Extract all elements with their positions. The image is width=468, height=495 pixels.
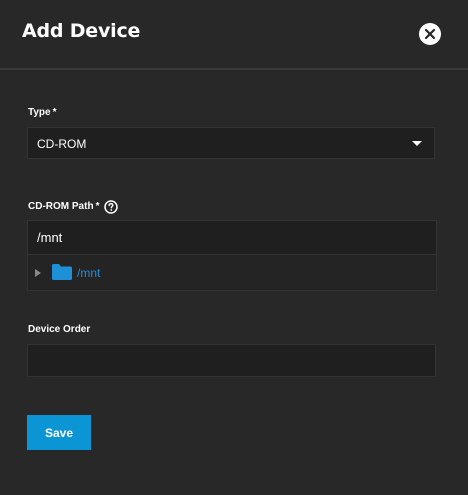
cdrom-path-explorer: /mnt xyxy=(27,220,437,291)
close-icon xyxy=(424,28,436,40)
tree-node-mnt[interactable]: /mnt xyxy=(28,256,436,290)
dialog-header: Add Device xyxy=(0,0,468,70)
dialog-title: Add Device xyxy=(22,20,141,42)
help-icon[interactable] xyxy=(104,200,118,214)
type-required-mark: * xyxy=(52,107,57,118)
expand-arrow-icon[interactable] xyxy=(35,269,41,277)
folder-icon xyxy=(52,264,72,280)
type-label: Type * xyxy=(28,107,57,118)
cdrom-path-required-mark: * xyxy=(95,201,100,212)
device-order-input[interactable] xyxy=(27,344,436,377)
cdrom-path-input[interactable] xyxy=(28,221,436,255)
type-label-text: Type xyxy=(28,107,51,118)
cdrom-path-label: CD-ROM Path * xyxy=(28,201,99,212)
device-order-label: Device Order xyxy=(28,324,91,335)
type-select[interactable]: CD-ROM xyxy=(27,127,435,159)
cdrom-path-label-text: CD-ROM Path xyxy=(28,201,94,212)
close-button[interactable] xyxy=(419,23,441,45)
tree-node-label: /mnt xyxy=(77,266,101,280)
save-button[interactable]: Save xyxy=(27,415,91,450)
add-device-dialog: Add Device Type * CD-ROM CD-ROM Path * /… xyxy=(0,0,468,495)
type-select-value: CD-ROM xyxy=(37,137,87,151)
chevron-down-icon xyxy=(412,141,422,146)
